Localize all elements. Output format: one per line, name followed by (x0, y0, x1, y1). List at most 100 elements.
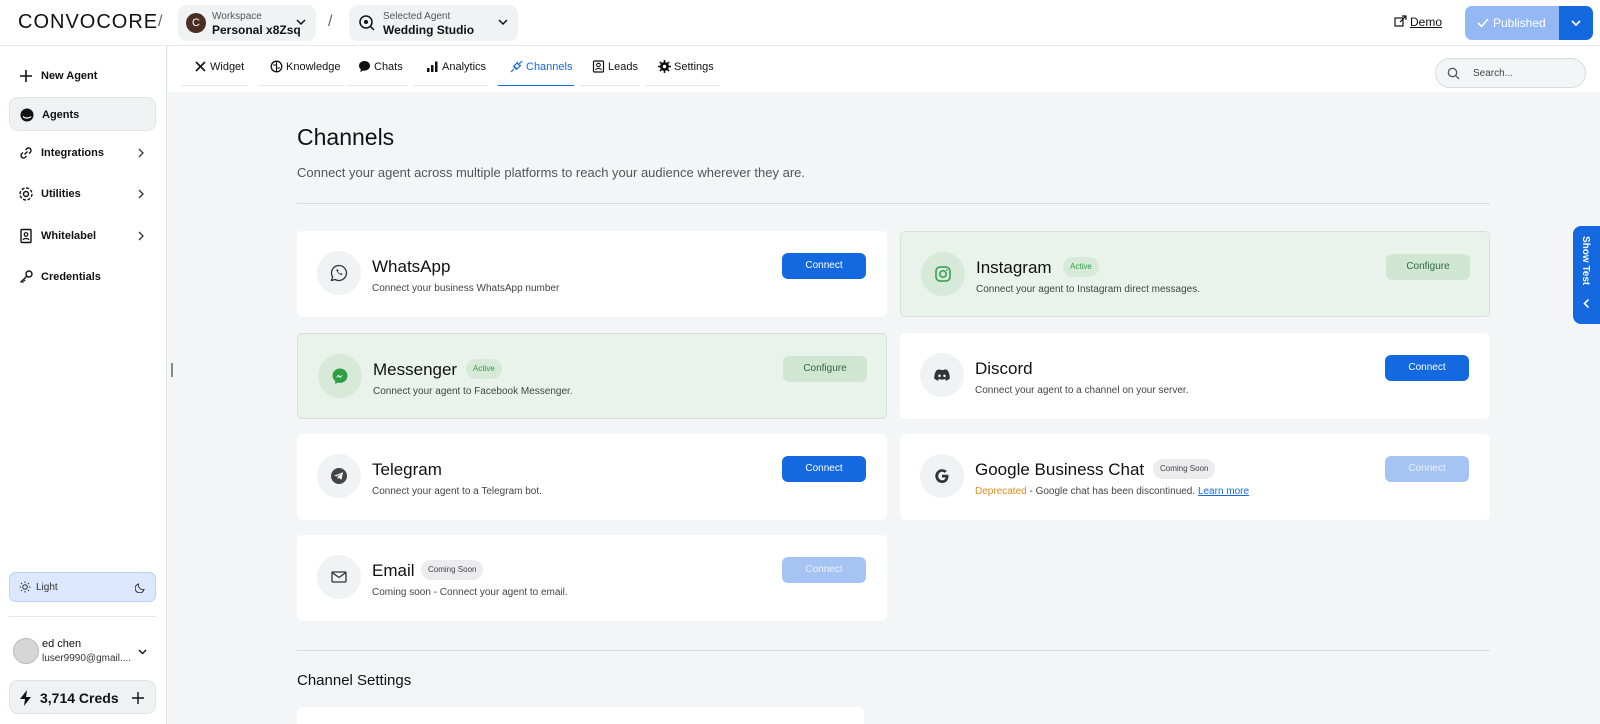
theme-toggle[interactable]: Light (9, 572, 156, 602)
messenger-configure-button[interactable]: Configure (783, 356, 867, 382)
sidebar-item-agents[interactable]: Agents (9, 97, 156, 131)
demo-link[interactable]: Demo (1410, 15, 1442, 29)
channel-description: Connect your agent to a Telegram bot. (372, 486, 542, 497)
chevron-down-icon (498, 19, 508, 26)
page-subtitle: Connect your agent across multiple platf… (297, 165, 805, 180)
channel-card-google-business-chat: Google Business Chat Coming Soon Depreca… (900, 434, 1490, 520)
gear-icon (19, 187, 33, 201)
publish-dropdown-button[interactable] (1559, 6, 1593, 40)
published-button[interactable]: Published (1465, 6, 1559, 40)
tab-widget[interactable]: Widget (182, 46, 248, 86)
channel-card-whatsapp: WhatsApp Connect your business WhatsApp … (297, 231, 887, 317)
contact-card-icon (592, 60, 605, 73)
channel-card-instagram: Instagram Active Connect your agent to I… (900, 231, 1490, 317)
check-icon (1477, 18, 1489, 28)
workspace-selector[interactable]: C Workspace Personal x8Zsq (178, 5, 316, 41)
deprecated-label: Deprecated (975, 486, 1027, 497)
whatsapp-connect-button[interactable]: Connect (782, 253, 866, 279)
page-title: Channels (297, 124, 395, 150)
sidebar-item-whitelabel[interactable]: Whitelabel (9, 219, 156, 253)
sidebar-resize-handle[interactable] (171, 363, 173, 377)
tab-label: Settings (674, 61, 714, 73)
instagram-configure-button[interactable]: Configure (1386, 254, 1470, 280)
sidebar-item-new-agent[interactable]: New Agent (9, 59, 156, 93)
creds-balance[interactable]: 3,714 Creds (9, 680, 156, 714)
workspace-avatar: C (186, 13, 206, 33)
badge-icon (20, 228, 32, 244)
channel-description: Coming soon - Connect your agent to emai… (372, 587, 568, 598)
whatsapp-logo (317, 251, 361, 295)
messenger-icon (332, 368, 348, 384)
tools-icon (195, 61, 206, 72)
channel-settings-card (297, 707, 864, 724)
channel-description: Connect your agent to a channel on your … (975, 385, 1189, 396)
sidebar-item-utilities[interactable]: Utilities (9, 177, 156, 211)
messenger-logo (318, 354, 362, 398)
sidebar-item-label: Whitelabel (41, 230, 97, 242)
plus-icon (20, 70, 32, 82)
sidebar: New Agent Agents Integrations Utilities … (0, 46, 167, 724)
learn-more-link[interactable]: Learn more (1198, 486, 1249, 497)
channel-settings-title: Channel Settings (297, 672, 412, 689)
channel-name: Email (372, 561, 415, 580)
show-test-button[interactable]: Show Test (1573, 226, 1600, 324)
plus-icon[interactable] (131, 691, 145, 705)
chevron-down-icon (296, 19, 306, 26)
moon-icon[interactable] (135, 581, 147, 593)
sidebar-item-integrations[interactable]: Integrations (9, 136, 156, 170)
status-badge: Coming Soon (421, 560, 484, 580)
tab-knowledge[interactable]: Knowledge (258, 46, 344, 86)
agent-selector[interactable]: Selected Agent Wedding Studio (349, 5, 518, 41)
chevron-right-icon (138, 189, 144, 199)
workspace-name: Personal x8Zsq (212, 23, 301, 37)
tab-settings[interactable]: Settings (646, 46, 720, 86)
tab-label: Analytics (442, 61, 487, 73)
channel-card-messenger: Messenger Active Connect your agent to F… (297, 333, 887, 419)
channel-name: WhatsApp (372, 257, 451, 276)
tab-label: Widget (210, 61, 245, 73)
tab-leads[interactable]: Leads (580, 46, 640, 86)
app-logo[interactable]: CONVOCORE (18, 11, 158, 34)
breadcrumb-separator: / (158, 13, 163, 30)
sidebar-item-label: Utilities (41, 188, 81, 200)
discord-connect-button[interactable]: Connect (1385, 355, 1469, 381)
instagram-logo (921, 252, 965, 296)
status-badge: Active (466, 359, 502, 379)
google-business-connect-button[interactable]: Connect (1385, 456, 1469, 482)
whatsapp-icon (330, 264, 348, 282)
plug-icon (510, 60, 523, 73)
channel-description: Deprecated - Google chat has been discon… (975, 486, 1249, 497)
brain-icon (270, 60, 283, 73)
sidebar-item-label: Agents (42, 109, 80, 121)
tab-bar: Widget Knowledge Chats Analytics Channel… (168, 46, 1600, 92)
tab-chats[interactable]: Chats (346, 46, 408, 86)
tab-analytics[interactable]: Analytics (414, 46, 488, 86)
chevron-down-icon (1571, 20, 1581, 27)
channel-name: Messenger (373, 360, 458, 379)
sidebar-item-credentials[interactable]: Credentials (9, 260, 156, 294)
link-icon (20, 147, 32, 159)
telegram-connect-button[interactable]: Connect (782, 456, 866, 482)
channel-name: Google Business Chat (975, 460, 1145, 479)
chevron-down-icon[interactable] (137, 646, 148, 657)
search-icon (1447, 67, 1460, 80)
discord-icon (934, 369, 950, 381)
tab-label: Channels (526, 61, 573, 73)
tab-channels[interactable]: Channels (498, 46, 574, 86)
avatar[interactable] (13, 638, 39, 664)
channel-card-telegram: Telegram Connect your agent to a Telegra… (297, 434, 887, 520)
published-label: Published (1493, 16, 1546, 30)
telegram-logo (317, 454, 361, 498)
divider (297, 203, 1490, 204)
channel-card-discord: Discord Connect your agent to a channel … (900, 333, 1490, 419)
google-logo (920, 454, 964, 498)
search-input[interactable]: Search... (1435, 58, 1586, 88)
status-badge: Coming Soon (1153, 459, 1216, 479)
show-test-label: Show Test (1580, 236, 1591, 286)
lightning-icon (20, 690, 31, 706)
sidebar-item-label: Integrations (41, 147, 104, 159)
bar-chart-icon (427, 61, 438, 72)
email-connect-button[interactable]: Connect (782, 557, 866, 583)
chevron-right-icon (138, 148, 144, 158)
deprecation-note: - Google chat has been discontinued. (1026, 486, 1198, 497)
